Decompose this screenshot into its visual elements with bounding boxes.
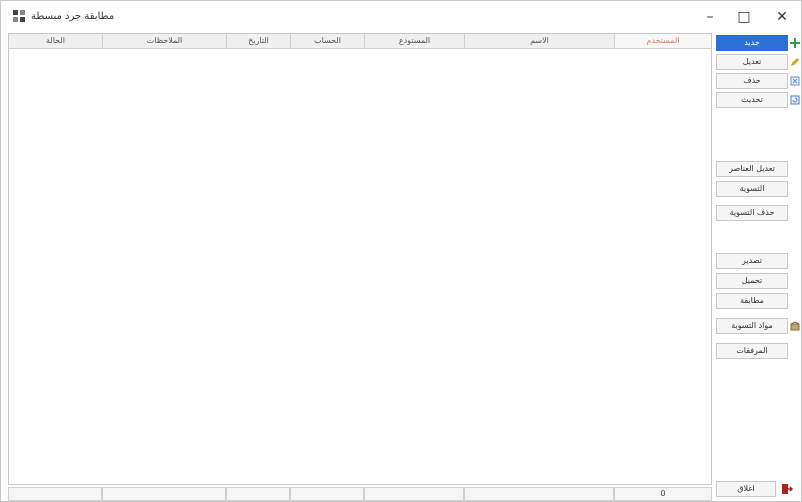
- status-cell: [290, 487, 364, 501]
- column-header-name[interactable]: الاسم: [465, 34, 615, 48]
- status-cell: [364, 487, 464, 501]
- column-header-date[interactable]: التاريخ: [227, 34, 291, 48]
- column-header-status[interactable]: الحالة: [9, 34, 103, 48]
- status-cell: [102, 487, 226, 501]
- close-button[interactable]: ✕: [767, 5, 797, 29]
- column-header-user[interactable]: المستخدم: [615, 34, 711, 48]
- refresh-button[interactable]: تحديث: [716, 92, 788, 108]
- edit-items-button[interactable]: تعديل العناصر: [716, 161, 788, 177]
- box-icon: [790, 321, 800, 331]
- data-grid[interactable]: الحالة الملاحظات التاريخ الحساب المستودع…: [8, 33, 712, 485]
- new-button[interactable]: جديد: [716, 35, 788, 51]
- delete-icon: [790, 76, 800, 86]
- settlement-materials-button[interactable]: مواد التسوية: [716, 318, 788, 334]
- exit-icon[interactable]: [781, 483, 793, 495]
- column-header-warehouse[interactable]: المستودع: [365, 34, 465, 48]
- export-button[interactable]: تصدير: [716, 253, 788, 269]
- match-button[interactable]: مطابقة: [716, 293, 788, 309]
- record-count: 0: [614, 487, 712, 501]
- status-cell: [226, 487, 290, 501]
- delete-button[interactable]: حذف: [716, 73, 788, 89]
- refresh-icon: [790, 95, 800, 105]
- plus-icon: [790, 38, 800, 48]
- minimize-button[interactable]: –: [695, 5, 725, 29]
- status-cell: [8, 487, 102, 501]
- column-header-notes[interactable]: الملاحظات: [103, 34, 227, 48]
- load-button[interactable]: تحميل: [716, 273, 788, 289]
- status-bar: 0: [8, 487, 712, 501]
- close-app-button[interactable]: اغلاق: [716, 481, 776, 497]
- app-icon: [13, 10, 25, 22]
- status-cell: [464, 487, 614, 501]
- edit-icon: [791, 58, 799, 66]
- main-window: مطابقة جرد مبسطة – □ ✕ الحالة الملاحظات …: [0, 0, 802, 502]
- edit-button[interactable]: تعديل: [716, 54, 788, 70]
- column-header-account[interactable]: الحساب: [291, 34, 365, 48]
- settlement-button[interactable]: التسوية: [716, 181, 788, 197]
- attachments-button[interactable]: المرفقات: [716, 343, 788, 359]
- window-title: مطابقة جرد مبسطة: [31, 11, 115, 22]
- delete-settlement-button[interactable]: حذف التسوية: [716, 205, 788, 221]
- grid-header: الحالة الملاحظات التاريخ الحساب المستودع…: [9, 34, 711, 49]
- maximize-button[interactable]: □: [729, 5, 759, 29]
- title-bar: مطابقة جرد مبسطة – □ ✕: [1, 1, 801, 33]
